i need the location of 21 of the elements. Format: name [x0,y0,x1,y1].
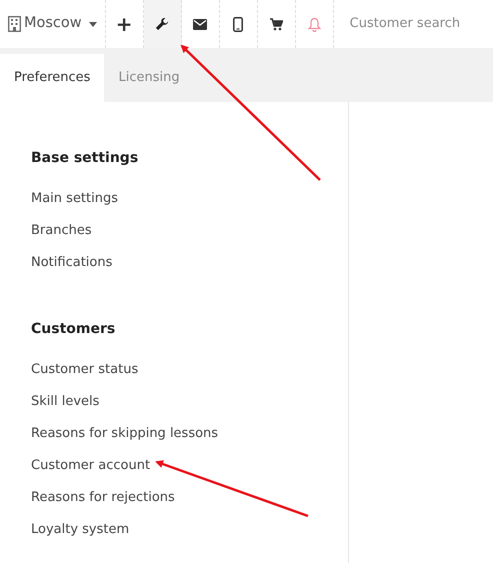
settings-link[interactable]: Main settings [31,183,348,215]
settings-link[interactable]: Branches [31,215,348,247]
settings-link[interactable]: Notifications [31,247,348,279]
settings-link[interactable]: Reasons for skipping lessons [31,418,348,450]
building-icon [8,16,21,32]
search-field[interactable]: Customer search [348,0,488,48]
settings-link[interactable]: Customer status [31,354,348,386]
section-heading: Base settings [31,149,140,168]
bell-icon [308,16,321,32]
wrench-icon [155,17,170,31]
mail-icon [193,18,208,30]
settings-link[interactable]: Skill levels [31,386,348,418]
section-heading: Customers [31,320,116,339]
wrench-button[interactable] [144,0,182,48]
caret-icon [88,22,97,26]
phone-icon [233,16,244,32]
settings-link[interactable]: Loyalty system [31,514,348,546]
cart-icon [270,18,283,30]
settings-link[interactable]: Reasons for rejections [31,482,348,514]
settings-link[interactable]: Customer account [31,450,348,482]
tab[interactable]: Preferences [0,54,104,102]
